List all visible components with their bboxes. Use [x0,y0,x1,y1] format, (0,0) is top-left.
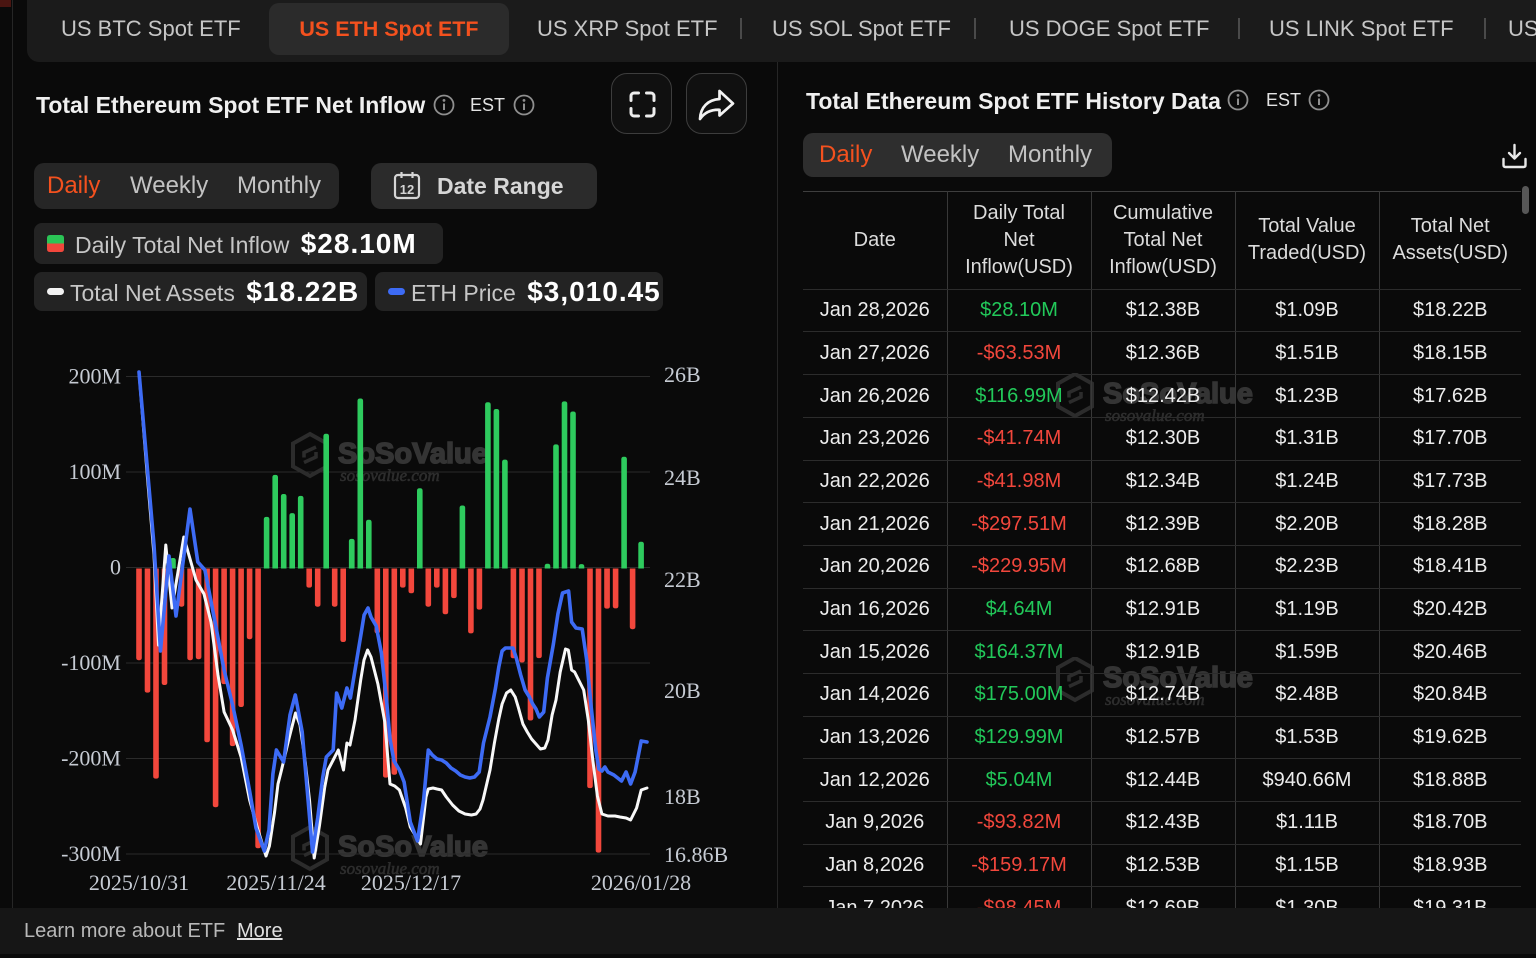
svg-text:24B: 24B [664,465,701,490]
svg-text:16.86B: 16.86B [664,842,728,867]
svg-text:-200M: -200M [61,746,121,771]
svg-text:2025/12/17: 2025/12/17 [361,870,461,895]
svg-text:-300M: -300M [61,841,121,866]
svg-text:26B: 26B [664,362,701,387]
svg-text:12: 12 [400,182,414,197]
svg-text:20B: 20B [664,678,701,703]
svg-text:2025/11/24: 2025/11/24 [226,870,325,895]
svg-text:-100M: -100M [61,650,121,675]
svg-text:18B: 18B [664,784,701,809]
svg-text:2025/10/31: 2025/10/31 [89,870,189,895]
svg-text:100M: 100M [68,459,121,484]
svg-text:200M: 200M [68,364,121,389]
svg-text:22B: 22B [664,567,701,592]
svg-text:2026/01/28: 2026/01/28 [591,870,691,895]
svg-text:0: 0 [110,555,121,580]
